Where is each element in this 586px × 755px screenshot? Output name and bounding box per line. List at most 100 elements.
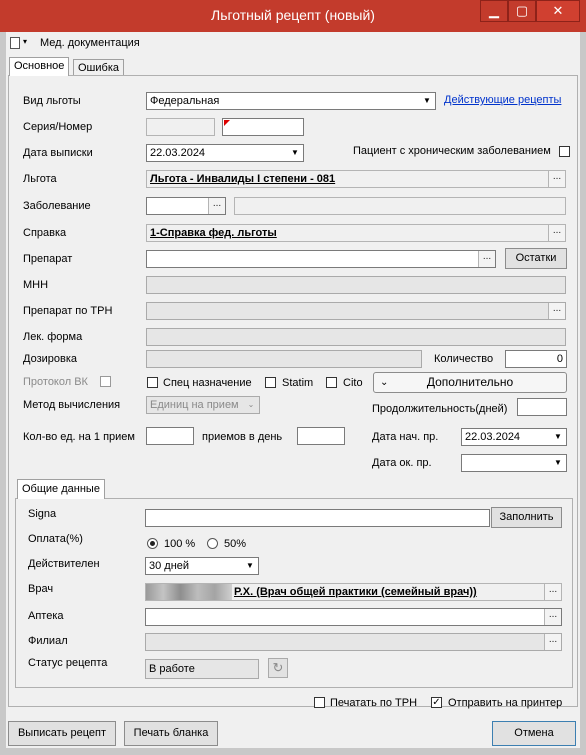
series-input[interactable] bbox=[146, 118, 215, 136]
issue-date-label: Дата выписки bbox=[23, 147, 93, 159]
status-field: В работе bbox=[145, 659, 259, 679]
active-prescriptions-link[interactable]: Действующие рецепты bbox=[444, 94, 561, 106]
chevron-down-icon: ⌄ bbox=[380, 377, 389, 388]
inn-field bbox=[146, 276, 566, 294]
signa-label: Signa bbox=[28, 508, 57, 520]
trn-drug-field: ... bbox=[146, 302, 566, 320]
units-per-dose-input[interactable] bbox=[146, 427, 194, 445]
benefit-field[interactable]: Льгота - Инвалиды I степени - 081 ... bbox=[146, 170, 566, 188]
doses-per-day-label: приемов в день bbox=[202, 431, 283, 443]
stock-button[interactable]: Остатки bbox=[505, 248, 567, 269]
tab-error[interactable]: Ошибка bbox=[73, 59, 124, 76]
benefit-label: Льгота bbox=[23, 173, 57, 185]
med-docs-menu-label: Мед. документация bbox=[40, 37, 140, 49]
send-printer-checkbox[interactable]: ✓ bbox=[431, 697, 442, 708]
issue-date-picker[interactable]: 22.03.2024 ▼ bbox=[146, 144, 304, 162]
ellipsis-icon[interactable]: ... bbox=[208, 198, 225, 214]
chevron-down-icon: ⌄ bbox=[247, 400, 255, 409]
start-date-label: Дата нач. пр. bbox=[372, 431, 439, 443]
title-bar[interactable]: Льготный рецепт (новый) ▁ ▢ ✕ bbox=[0, 0, 586, 32]
tab-general-data[interactable]: Общие данные bbox=[17, 479, 105, 499]
dosage-form-label: Лек. форма bbox=[23, 331, 83, 343]
ellipsis-icon[interactable]: ... bbox=[548, 225, 565, 241]
payment-50-label: 50% bbox=[224, 538, 247, 550]
disease-name-field bbox=[234, 197, 566, 215]
statim-checkbox[interactable] bbox=[265, 377, 276, 388]
dosage-field bbox=[146, 350, 422, 368]
payment-100-radio[interactable] bbox=[147, 538, 158, 549]
general-data-panel: Signa Заполнить Оплата(%) 100 % 50% Дейс… bbox=[15, 498, 573, 688]
benefit-value: Льгота - Инвалиды I степени - 081 bbox=[150, 173, 336, 185]
issue-prescription-button[interactable]: Выписать рецепт bbox=[8, 721, 116, 746]
doctor-field[interactable]: Р.Х. (Врач общей практики (семейный врач… bbox=[145, 583, 562, 601]
ellipsis-icon[interactable]: ... bbox=[544, 609, 561, 625]
calc-method-select: Единиц на прием ⌄ bbox=[146, 396, 260, 414]
minimize-button[interactable]: ▁ bbox=[480, 0, 508, 22]
quantity-input[interactable]: 0 bbox=[505, 350, 567, 368]
calc-method-value: Единиц на прием bbox=[150, 399, 239, 411]
refresh-icon[interactable]: ↻ bbox=[268, 658, 288, 678]
dialog-window: Льготный рецепт (новый) ▁ ▢ ✕ ▾ Мед. док… bbox=[0, 0, 586, 755]
dialog-client: ▾ Мед. документация Основное Ошибка Вид … bbox=[6, 32, 580, 748]
doctor-label: Врач bbox=[28, 583, 54, 595]
disease-code-field[interactable]: ... bbox=[146, 197, 226, 215]
document-icon bbox=[10, 37, 20, 49]
ellipsis-icon: ... bbox=[544, 634, 561, 650]
close-button[interactable]: ✕ bbox=[536, 0, 580, 22]
duration-label: Продолжительность(дней) bbox=[372, 403, 508, 415]
start-date-value: 22.03.2024 bbox=[465, 431, 521, 443]
cancel-button[interactable]: Отмена bbox=[492, 721, 576, 746]
number-input[interactable] bbox=[222, 118, 304, 136]
doses-per-day-input[interactable] bbox=[297, 427, 345, 445]
print-trn-checkbox[interactable] bbox=[314, 697, 325, 708]
print-form-button[interactable]: Печать бланка bbox=[124, 721, 218, 746]
certificate-field[interactable]: 1-Справка фед. льготы ... bbox=[146, 224, 566, 242]
pharmacy-field[interactable]: ... bbox=[145, 608, 562, 626]
quantity-label: Количество bbox=[434, 353, 494, 365]
statim-label: Statim bbox=[282, 377, 314, 389]
fill-button[interactable]: Заполнить bbox=[491, 507, 562, 528]
main-tab-panel: Вид льготы Федеральная ▼ Действующие рец… bbox=[8, 75, 578, 707]
chevron-down-icon: ▼ bbox=[554, 458, 562, 467]
doctor-name-redacted bbox=[146, 584, 232, 600]
chevron-down-icon: ▾ bbox=[23, 37, 28, 46]
additional-button[interactable]: ⌄ Дополнительно bbox=[373, 372, 567, 393]
benefit-type-select[interactable]: Федеральная ▼ bbox=[146, 92, 436, 110]
chevron-down-icon: ▼ bbox=[554, 432, 562, 441]
drug-label: Препарат bbox=[23, 253, 73, 265]
payment-50-radio[interactable] bbox=[207, 538, 218, 549]
status-label: Статус рецепта bbox=[28, 657, 108, 669]
issue-date-value: 22.03.2024 bbox=[150, 147, 206, 159]
valid-label: Действителен bbox=[28, 558, 100, 570]
calc-method-label: Метод вычисления bbox=[23, 399, 121, 411]
duration-input[interactable] bbox=[517, 398, 567, 416]
chronic-label: Пациент с хроническим заболеванием bbox=[353, 145, 551, 157]
doctor-value: Р.Х. (Врач общей практики (семейный врач… bbox=[234, 586, 477, 598]
end-date-picker[interactable]: ▼ bbox=[461, 454, 567, 472]
required-marker-icon bbox=[224, 120, 230, 126]
series-number-label: Серия/Номер bbox=[23, 121, 93, 133]
valid-select[interactable]: 30 дней ▼ bbox=[145, 557, 259, 575]
signa-input[interactable] bbox=[145, 509, 490, 527]
drug-field[interactable]: ... bbox=[146, 250, 496, 268]
maximize-button[interactable]: ▢ bbox=[508, 0, 536, 22]
chevron-down-icon: ▼ bbox=[423, 96, 431, 105]
ellipsis-icon[interactable]: ... bbox=[548, 171, 565, 187]
cito-checkbox[interactable] bbox=[326, 377, 337, 388]
cito-label: Cito bbox=[343, 377, 363, 389]
tab-main[interactable]: Основное bbox=[9, 57, 70, 76]
end-date-label: Дата ок. пр. bbox=[372, 457, 432, 469]
ellipsis-icon[interactable]: ... bbox=[544, 584, 561, 600]
med-docs-menu[interactable]: ▾ Мед. документация bbox=[10, 36, 150, 52]
dosage-form-field bbox=[146, 328, 566, 346]
pharmacy-label: Аптека bbox=[28, 610, 64, 622]
chronic-checkbox[interactable] bbox=[559, 146, 570, 157]
ellipsis-icon: ... bbox=[548, 303, 565, 319]
special-checkbox[interactable] bbox=[147, 377, 158, 388]
ellipsis-icon[interactable]: ... bbox=[478, 251, 495, 267]
units-per-dose-label: Кол-во ед. на 1 прием bbox=[23, 431, 135, 443]
chevron-down-icon: ▼ bbox=[291, 148, 299, 157]
start-date-picker[interactable]: 22.03.2024 ▼ bbox=[461, 428, 567, 446]
disease-label: Заболевание bbox=[23, 200, 91, 212]
valid-value: 30 дней bbox=[149, 560, 190, 572]
